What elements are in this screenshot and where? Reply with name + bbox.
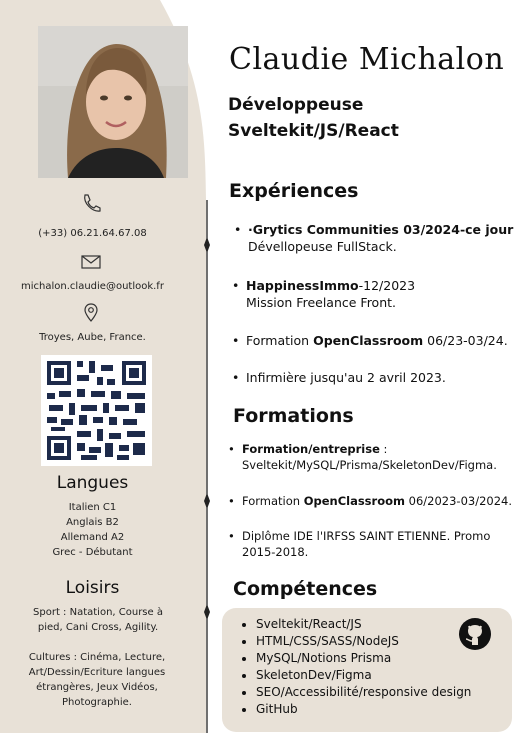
hobbies-title: Loisirs — [65, 578, 120, 598]
experience-text: Infirmière jusqu'au 2 avril 2023. — [246, 370, 446, 385]
job-title: Développeuse Sveltekit/JS/React — [228, 92, 399, 144]
skill-item: MySQL/Notions Prisma — [256, 650, 471, 667]
skill-item: SkeletonDev/Figma — [256, 667, 471, 684]
experience-item: Formation OpenClassroom 06/23-03/24. — [232, 332, 508, 349]
formation-details: Sveltekit/MySQL/Prisma/SkeletonDev/Figma… — [242, 458, 497, 472]
email-address[interactable]: michalon.claudie@outlook.fr — [0, 279, 185, 294]
language-italian: Italien C1 — [68, 502, 117, 513]
formation-date: 2015-2018. — [242, 545, 309, 559]
timeline — [204, 200, 210, 733]
experience-date: -12/2023 — [358, 278, 416, 293]
job-title-line2: Sveltekit/JS/React — [228, 121, 399, 141]
skills-title: Compétences — [233, 578, 378, 600]
formation-date: 06/2023-03/2024. — [405, 494, 513, 508]
formation-name: Formation/entreprise — [242, 442, 380, 456]
experience-item: Infirmière jusqu'au 2 avril 2023. — [232, 369, 446, 386]
experience-prefix: Formation — [246, 333, 314, 348]
hobbies-culture: Cultures : Cinéma, Lecture, Art/Dessin/E… — [28, 652, 166, 708]
formation-name: OpenClassroom — [303, 494, 405, 508]
language-english: Anglais B2 — [66, 517, 119, 528]
formation-prefix: Formation — [242, 494, 304, 508]
experience-role: Dévellopeuse FullStack. — [248, 239, 397, 254]
formation-item: Formation/entreprise : Sveltekit/MySQL/P… — [228, 441, 512, 473]
full-name: Claudie Michalon — [229, 42, 505, 77]
experience-role: Mission Freelance Front. — [246, 295, 397, 310]
qr-code[interactable] — [41, 355, 152, 466]
formation-colon: : — [379, 442, 388, 456]
experience-item: HappinessImmo-12/2023 Mission Freelance … — [232, 277, 416, 311]
experience-company: HappinessImmo — [246, 278, 359, 293]
location: Troyes, Aube, France. — [39, 332, 146, 343]
formations-title: Formations — [233, 405, 354, 427]
profile-photo — [38, 26, 188, 178]
formation-item: Formation OpenClassroom 06/2023-03/2024. — [228, 493, 513, 509]
skill-item: SEO/Accessibilité/responsive design — [256, 684, 471, 701]
languages-title: Langues — [56, 473, 129, 493]
location-pin-icon — [84, 303, 98, 322]
experience-company: OpenClassroom — [313, 333, 424, 348]
hobbies-sport: Sport : Natation, Course à pied, Cani Cr… — [33, 607, 163, 633]
experience-item: ·Grytics Communities 03/2024-ce jour Dév… — [234, 221, 516, 255]
job-title-line1: Développeuse — [228, 95, 364, 115]
phone-icon — [84, 194, 101, 212]
language-german: Allemand A2 — [60, 532, 125, 543]
experiences-title: Expériences — [229, 180, 359, 202]
skill-item: Sveltekit/React/JS — [256, 616, 471, 633]
mail-icon — [81, 255, 101, 269]
skill-item: GitHub — [256, 701, 471, 718]
github-icon[interactable] — [458, 617, 492, 651]
phone-number: (+33) 06.21.64.67.08 — [38, 228, 147, 239]
formation-item: Diplôme IDE l'IRFSS SAINT ETIENNE. Promo… — [228, 528, 512, 560]
experience-company: ·Grytics Communities 03/2024-ce jour — [248, 222, 514, 237]
skill-item: HTML/CSS/SASS/NodeJS — [256, 633, 471, 650]
language-greek: Grec - Débutant — [52, 547, 133, 558]
formation-text: Diplôme IDE l'IRFSS SAINT ETIENNE. Promo — [242, 529, 491, 543]
experience-date: 06/23-03/24. — [423, 333, 508, 348]
